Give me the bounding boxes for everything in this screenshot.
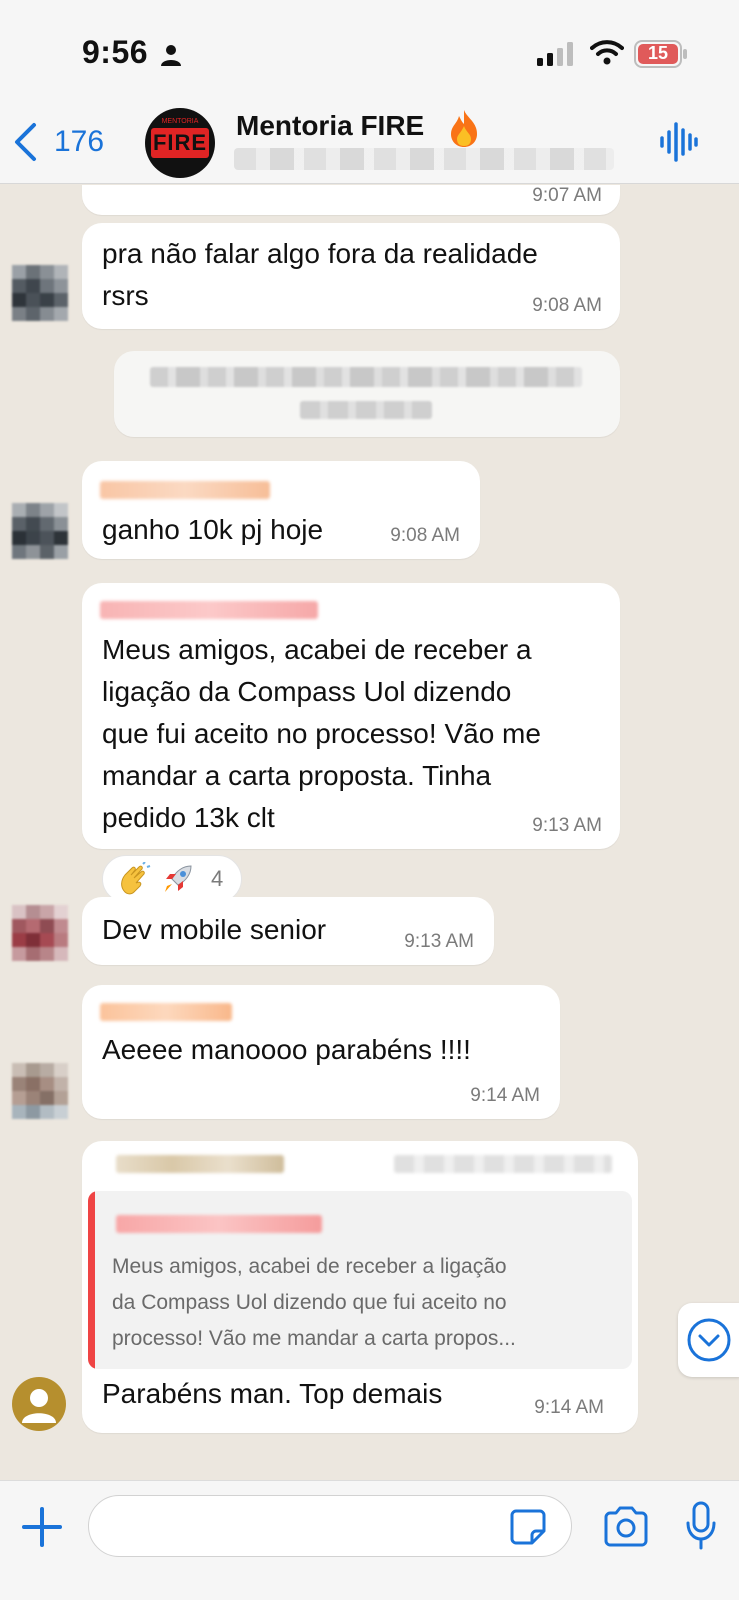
chevron-left-icon: [15, 123, 36, 161]
sender-name-blurred: [100, 1003, 232, 1021]
message-time: 9:14 AM: [470, 1085, 540, 1106]
message-bubble[interactable]: ganho 10k pj hoje 9:08 AM: [82, 461, 480, 559]
battery-level: 15: [647, 43, 669, 63]
system-notice-blurred: [114, 351, 620, 437]
camera-icon[interactable]: [602, 1505, 650, 1549]
message-bubble[interactable]: Meus amigos, acabei de receber a ligação…: [82, 583, 620, 849]
sender-status-blurred: [394, 1155, 612, 1173]
chat-messages[interactable]: 9:07 AM pra não falar algo fora da reali…: [0, 185, 739, 1480]
message-composer: [0, 1480, 739, 1600]
sender-name-blurred: [100, 481, 270, 499]
status-time: 9:56: [82, 34, 149, 70]
sender-name-blurred: [116, 1155, 284, 1173]
message-time: 9:14 AM: [534, 1397, 604, 1418]
sender-avatar[interactable]: [12, 1063, 68, 1119]
quoted-message[interactable]: Meus amigos, acabei de receber a ligação…: [88, 1191, 632, 1369]
cellular-signal-icon: [537, 42, 573, 66]
reaction-count: 4: [211, 866, 224, 891]
audio-waveform-icon[interactable]: [658, 120, 698, 164]
clapping-hands-icon: [121, 862, 151, 895]
avatar-small-text: MENTORIA: [161, 118, 199, 125]
plus-icon[interactable]: [18, 1503, 66, 1551]
wifi-icon: [590, 40, 624, 65]
message-time: 9:13 AM: [532, 815, 602, 836]
message-bubble[interactable]: 9:07 AM: [82, 185, 620, 215]
chevron-down-circle-icon: [687, 1318, 731, 1362]
sender-name-blurred: [100, 601, 318, 619]
default-user-icon: [22, 1389, 56, 1423]
message-bubble[interactable]: Aeeee manoooo parabéns !!!! 9:14 AM: [82, 985, 560, 1119]
message-text: ganho 10k pj hoje: [102, 514, 324, 545]
scroll-to-bottom-button[interactable]: [678, 1303, 739, 1377]
sender-avatar[interactable]: [12, 1377, 66, 1431]
message-time: 9:13 AM: [404, 931, 474, 952]
message-time: 9:07 AM: [532, 185, 602, 206]
message-text: Aeeee manoooo parabéns !!!!: [102, 1034, 471, 1065]
sender-avatar[interactable]: [12, 503, 68, 559]
message-bubble[interactable]: pra não falar algo fora da realidade rsr…: [82, 223, 620, 329]
message-text: pra não falar algo fora da realidade rsr…: [102, 238, 538, 311]
blurred-text: [300, 401, 432, 419]
sender-avatar[interactable]: [12, 265, 68, 321]
message-text: Parabéns man. Top demais: [102, 1378, 443, 1409]
rocket-icon: [165, 865, 192, 892]
quoted-sender-blurred: [116, 1215, 322, 1233]
message-bubble[interactable]: Dev mobile senior 9:13 AM: [82, 897, 494, 965]
message-text: Dev mobile senior: [102, 914, 327, 945]
group-name[interactable]: Mentoria FIRE: [236, 110, 424, 142]
message-text: Meus amigos, acabei de receber a ligação…: [102, 634, 541, 833]
message-time: 9:08 AM: [390, 525, 460, 546]
group-avatar[interactable]: MENTORIA FIRE: [145, 108, 215, 178]
message-time: 9:08 AM: [532, 295, 602, 316]
unread-count: 176: [54, 125, 105, 158]
avatar-logo-text: FIRE: [151, 128, 209, 158]
quote-accent-bar: [88, 1191, 95, 1369]
message-input[interactable]: [88, 1495, 572, 1557]
sender-avatar[interactable]: [12, 905, 68, 961]
group-members-blurred: [234, 148, 614, 170]
blurred-text: [150, 367, 582, 387]
status-bar: 9:56 15: [0, 0, 739, 100]
chat-header: 176 MENTORIA FIRE Mentoria FIRE: [0, 100, 739, 184]
fire-emoji-icon: [451, 110, 477, 147]
sticker-icon[interactable]: [508, 1507, 548, 1547]
quoted-text: Meus amigos, acabei de receber a ligação…: [112, 1255, 516, 1350]
back-button[interactable]: 176: [12, 118, 104, 166]
microphone-icon[interactable]: [684, 1501, 718, 1551]
message-reactions[interactable]: 4: [102, 855, 242, 903]
person-icon: [161, 45, 181, 66]
